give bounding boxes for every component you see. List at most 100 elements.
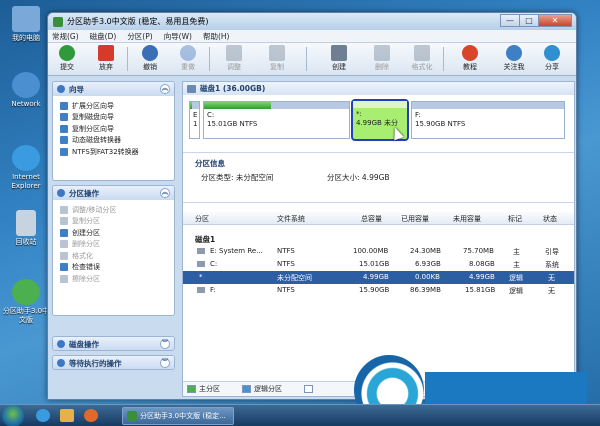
- quicklaunch-explorer-icon[interactable]: [60, 409, 74, 422]
- maximize-button[interactable]: □: [519, 14, 539, 27]
- desktop-icon-computer[interactable]: 我的电脑: [0, 6, 52, 43]
- copy-button[interactable]: 复制: [263, 45, 291, 72]
- menu-wizard[interactable]: 向导(W): [164, 31, 192, 42]
- redo-button[interactable]: 重做: [174, 45, 202, 72]
- col-status[interactable]: 状态: [543, 214, 557, 224]
- undo-button[interactable]: 撤销: [136, 45, 164, 72]
- computer-icon: [12, 6, 40, 32]
- table-row-selected[interactable]: * 未分配空间 4.99GB 0.00KB 4.99GB 逻辑 无: [183, 271, 574, 284]
- app-icon: [53, 16, 63, 27]
- partition-block-f[interactable]: F: 15.90GB NTFS: [411, 101, 565, 139]
- disk-group-label: 磁盘1: [195, 235, 216, 244]
- copy-partition-icon: [60, 124, 68, 133]
- start-button[interactable]: [2, 405, 24, 426]
- resize-button[interactable]: 调整: [220, 45, 248, 72]
- wizard-icon: [57, 85, 65, 93]
- wizard-dynamic-disk[interactable]: 动态磁盘转换器: [53, 135, 174, 147]
- usage-fill: [204, 102, 271, 109]
- partition-ops-section: 分区操作 ︽ 调整/移动分区 复制分区 创建分区 删除分区 格式化 检查错误 擦除…: [52, 185, 175, 316]
- op-resize-move[interactable]: 调整/移动分区: [53, 204, 174, 216]
- menu-disk[interactable]: 磁盘(D): [90, 31, 117, 42]
- partition-ops-header[interactable]: 分区操作 ︽: [53, 186, 174, 200]
- toolbar-separator: [306, 47, 307, 71]
- format-button[interactable]: 格式化: [406, 45, 438, 72]
- table-row[interactable]: E: System Re... NTFS 100.00MB 24.30MB 75…: [183, 245, 574, 258]
- pending-ops-section: 等待执行的操作 ︾: [52, 355, 175, 370]
- create-button[interactable]: 创建: [325, 45, 353, 72]
- wizard-copy-partition[interactable]: 复制分区向导: [53, 123, 174, 135]
- collapse-icon[interactable]: ︽: [160, 188, 170, 198]
- menu-partition[interactable]: 分区(P): [127, 31, 152, 42]
- desktop-icon-label: 我的电脑: [12, 34, 40, 42]
- desktop-icon-label: 回收站: [15, 238, 37, 246]
- op-wipe-partition[interactable]: 擦除分区: [53, 273, 174, 285]
- left-panel: 向导 ︽ 扩展分区向导 复制磁盘向导 复制分区向导 动态磁盘转换器 NTFS到FA…: [52, 81, 175, 397]
- convert-icon: [60, 147, 68, 156]
- desktop-icon-partition-assistant[interactable]: 分区助手3.0中文版: [0, 279, 52, 325]
- desktop-icon-ie[interactable]: Internet Explorer: [0, 145, 52, 191]
- wizard-copy-disk[interactable]: 复制磁盘向导: [53, 112, 174, 124]
- partition-block-c[interactable]: C: 15.01GB NTFS: [203, 101, 350, 139]
- col-free[interactable]: 未用容量: [453, 214, 481, 224]
- col-total[interactable]: 总容量: [361, 214, 382, 224]
- app-icon: [127, 411, 137, 421]
- col-used[interactable]: 已用容量: [401, 214, 429, 224]
- table-row[interactable]: C: NTFS 15.01GB 6.93GB 8.08GB 主 系统: [183, 258, 574, 271]
- partition-label: C:: [207, 111, 215, 119]
- app-window: 分区助手3.0中文版 (稳定、易用且免费) — □ ✕ 常规(G) 磁盘(D) …: [47, 12, 577, 400]
- quicklaunch-media-icon[interactable]: [84, 409, 98, 422]
- desktop-icon-label: 分区助手3.0中文版: [2, 307, 50, 324]
- legend-primary: 主分区: [187, 384, 220, 394]
- col-flag[interactable]: 标记: [508, 214, 522, 224]
- partition-assistant-icon: [12, 279, 40, 305]
- desktop-icon-recycle-bin[interactable]: 回收站: [0, 210, 52, 247]
- partition-table: 分区 文件系统 总容量 已用容量 未用容量 标记 状态 磁盘1 E: Syste…: [183, 212, 574, 297]
- op-create-partition[interactable]: 创建分区: [53, 227, 174, 239]
- wizard-extend-partition[interactable]: 扩展分区向导: [53, 100, 174, 112]
- table-row[interactable]: F: NTFS 15.90GB 86.39MB 15.81GB 逻辑 无: [183, 284, 574, 297]
- delete-icon: [60, 240, 68, 249]
- discard-button[interactable]: 放弃: [92, 45, 120, 72]
- resize-disk-icon: [226, 45, 242, 61]
- disk-ops-header[interactable]: 磁盘操作 ︾: [53, 337, 174, 350]
- redo-icon: [180, 45, 196, 61]
- col-partition[interactable]: 分区: [195, 214, 209, 224]
- close-button[interactable]: ✕: [538, 14, 572, 27]
- create-icon: [60, 228, 68, 237]
- op-format[interactable]: 格式化: [53, 250, 174, 262]
- menu-help[interactable]: 帮助(H): [203, 31, 230, 42]
- drive-icon: [197, 261, 205, 267]
- tutorial-button[interactable]: 教程: [456, 45, 484, 72]
- col-filesystem[interactable]: 文件系统: [277, 214, 305, 224]
- legend-swatch: [187, 385, 196, 393]
- legend-swatch: [242, 385, 251, 393]
- wizard-ntfs-fat32[interactable]: NTFS到FAT32转换器: [53, 146, 174, 158]
- op-copy-partition[interactable]: 复制分区: [53, 216, 174, 228]
- desktop-icon-label: Internet Explorer: [11, 173, 41, 190]
- partition-detail: 15.01GB NTFS: [207, 120, 258, 128]
- delete-button[interactable]: 删除: [368, 45, 396, 72]
- expand-icon[interactable]: ︾: [160, 358, 170, 368]
- menu-general[interactable]: 常规(G): [52, 31, 79, 42]
- delete-disk-icon: [374, 45, 390, 61]
- table-header: 分区 文件系统 总容量 已用容量 未用容量 标记 状态: [183, 212, 574, 225]
- format-icon: [60, 251, 68, 260]
- taskbar-app-button[interactable]: 分区助手3.0中文版 (稳定...: [122, 407, 234, 425]
- op-check-errors[interactable]: 检查错误: [53, 262, 174, 274]
- expand-icon[interactable]: ︾: [160, 339, 170, 349]
- desktop-icon-network[interactable]: Network: [0, 72, 52, 109]
- title-bar[interactable]: 分区助手3.0中文版 (稳定、易用且免费) — □ ✕: [48, 13, 576, 30]
- collapse-icon[interactable]: ︽: [160, 84, 170, 94]
- partition-block-e[interactable]: E1: [189, 101, 200, 139]
- quicklaunch-ie-icon[interactable]: [36, 409, 50, 422]
- share-button[interactable]: 分享: [538, 45, 566, 72]
- wizard-section-header[interactable]: 向导 ︽: [53, 82, 174, 96]
- pending-ops-header[interactable]: 等待执行的操作 ︾: [53, 356, 174, 369]
- follow-me-button[interactable]: 关注我: [498, 45, 530, 72]
- op-delete-partition[interactable]: 删除分区: [53, 239, 174, 251]
- commit-button[interactable]: 提交: [53, 45, 81, 72]
- copy-icon: [60, 217, 68, 226]
- minimize-button[interactable]: —: [500, 14, 520, 27]
- partition-ops-icon: [57, 189, 65, 197]
- toolbar-separator: [443, 47, 444, 71]
